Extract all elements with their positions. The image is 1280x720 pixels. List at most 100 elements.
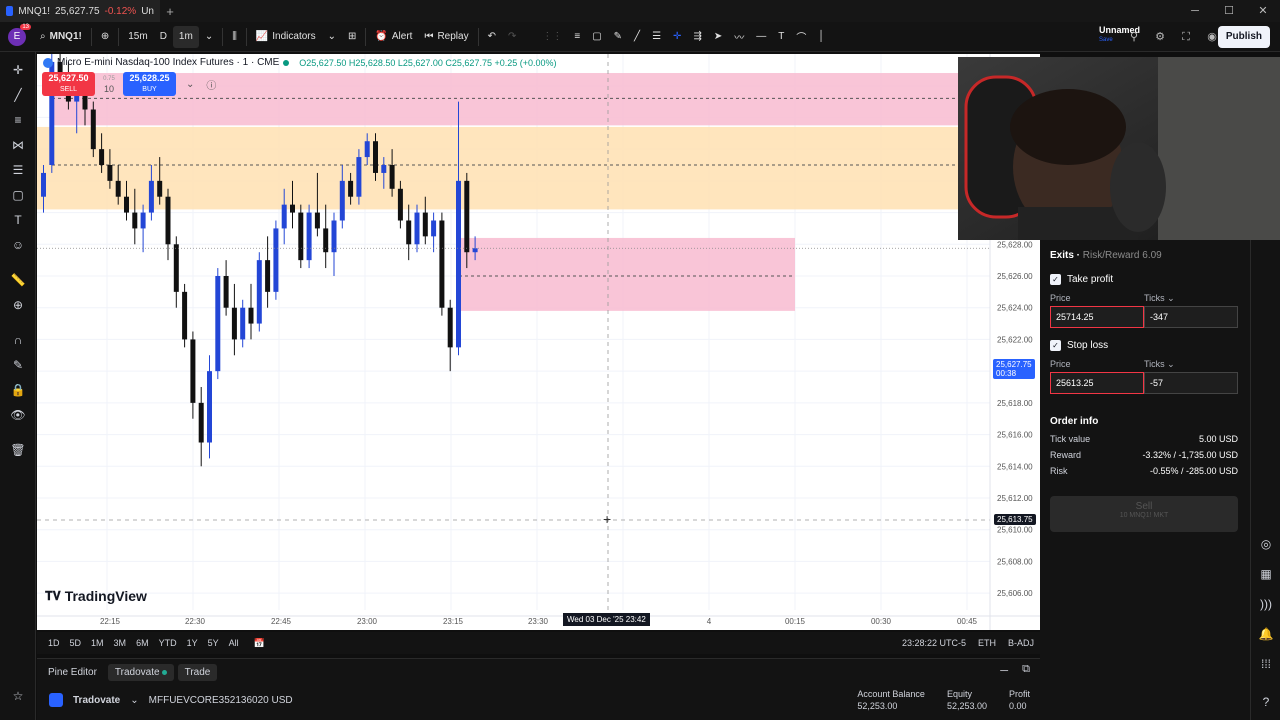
range-5d[interactable]: 5D <box>65 638 87 648</box>
star-icon[interactable]: ☆ <box>8 686 28 706</box>
text-tool-icon[interactable]: T <box>772 26 790 48</box>
text-icon[interactable]: T <box>8 210 28 230</box>
range-3m[interactable]: 3M <box>109 638 132 648</box>
apps-grid-icon[interactable]: ⁞⁞⁞ <box>1258 656 1274 672</box>
range-ytd[interactable]: YTD <box>154 638 182 648</box>
new-tab-icon[interactable]: + <box>160 4 180 19</box>
rectangle-tool-icon[interactable]: ▢ <box>586 26 607 48</box>
price-axis-label: 25,606.00 <box>997 589 1033 598</box>
range-5y[interactable]: 5Y <box>203 638 224 648</box>
interval-15m[interactable]: 15m <box>122 26 153 48</box>
ruler-icon[interactable]: 📏 <box>8 270 28 290</box>
chart-canvas[interactable]: 25,638.0025,636.0025,634.0025,632.0025,6… <box>37 54 1040 630</box>
range-6m[interactable]: 6M <box>131 638 154 648</box>
candle-body <box>132 212 138 229</box>
stop-loss-checkbox[interactable]: ✓ Stop loss <box>1050 340 1108 351</box>
news-feed-icon[interactable]: ))) <box>1258 596 1274 612</box>
replay-button[interactable]: ⏮ Replay <box>418 26 474 48</box>
sl-ticks-label[interactable]: Ticks ⌄ <box>1144 359 1175 370</box>
broker-account[interactable]: Tradovate ⌄ MFFUEVCORE352136020 USD <box>49 693 293 707</box>
zoom-icon[interactable]: ⊕ <box>8 295 28 315</box>
pencil-lock-icon[interactable]: ✎ <box>8 355 28 375</box>
interval-d[interactable]: D <box>154 26 173 48</box>
range-1m[interactable]: 1M <box>86 638 109 648</box>
symbol-search[interactable]: ⌕ MNQ1! <box>34 26 88 48</box>
cursor-tool-icon[interactable]: ➤ <box>708 26 728 48</box>
close-icon[interactable]: ✕ <box>1246 0 1280 22</box>
maximize-icon[interactable]: ☐ <box>1212 0 1246 22</box>
maximize-panel-icon[interactable]: ⧉ <box>1022 663 1030 676</box>
tab-trade[interactable]: Trade <box>177 663 218 681</box>
current-price: 25,627.75 <box>996 360 1032 369</box>
quick-search-icon[interactable]: ⚲ <box>1126 26 1142 48</box>
shapes-icon[interactable]: ▢ <box>8 185 28 205</box>
interval-dropdown-chevron-icon[interactable]: ⌄ <box>199 26 219 48</box>
indicators-button[interactable]: 📈 Indicators <box>250 26 322 48</box>
undo-icon[interactable]: ↶ <box>482 26 502 48</box>
publish-button[interactable]: Publish <box>1217 26 1270 48</box>
interval-1m[interactable]: 1m <box>172 25 199 48</box>
buy-button[interactable]: 25,628.25 BUY <box>123 72 176 96</box>
minimize-panel-icon[interactable]: ─ <box>1000 665 1008 677</box>
lock-icon[interactable]: 🔒 <box>8 380 28 400</box>
tp-ticks-label[interactable]: Ticks ⌄ <box>1144 293 1175 304</box>
chevron-down-icon[interactable]: ⌄ <box>186 79 194 90</box>
trend-line-tool-icon[interactable]: ╱ <box>628 26 646 48</box>
take-profit-price-input[interactable]: 25714.25 <box>1050 306 1144 328</box>
crosshair-icon[interactable]: ✛ <box>8 60 28 80</box>
minimize-icon[interactable]: ─ <box>1178 0 1212 22</box>
time-axis-label: 4 <box>707 617 712 626</box>
pattern-icon[interactable]: ⋈ <box>8 135 28 155</box>
vertical-line-tool-icon[interactable]: │ <box>812 26 830 48</box>
stop-loss-price-input[interactable]: 25613.25 <box>1050 372 1144 394</box>
fib-tool-icon[interactable]: ☰ <box>646 26 667 48</box>
stop-loss-ticks-input[interactable]: -57 <box>1144 372 1238 394</box>
bell-icon[interactable]: 🔔 <box>1258 626 1274 642</box>
browser-tab[interactable]: MNQ1! 25,627.75 -0.12% Un <box>0 0 160 22</box>
info-icon[interactable]: ⓘ <box>206 77 216 92</box>
fib-retracement-icon[interactable]: ☰ <box>8 160 28 180</box>
templates-grid-icon[interactable]: ⊞ <box>342 26 362 48</box>
brush-tool-icon[interactable]: ✎ <box>608 26 628 48</box>
settings-gear-icon[interactable]: ⚙ <box>1152 26 1168 48</box>
avatar[interactable]: E 13 <box>8 23 31 46</box>
fullscreen-icon[interactable]: ⛶ <box>1178 26 1194 48</box>
range-1y[interactable]: 1Y <box>182 638 203 648</box>
horizontal-line-tool-icon[interactable]: — <box>750 26 772 48</box>
curve-tool-icon[interactable]: ⌒ <box>790 26 812 48</box>
indicator-templates-chevron-icon[interactable]: ⌄ <box>322 26 342 48</box>
crosshair-tool-icon[interactable]: ✛ <box>667 26 687 48</box>
quantity-field[interactable]: 0.75 10 <box>99 74 119 94</box>
range-all[interactable]: All <box>224 638 244 648</box>
eye-icon[interactable]: 👁 <box>8 405 28 425</box>
horizontal-lines-icon[interactable]: ≡ <box>8 110 28 130</box>
goto-date-icon[interactable]: 📅 <box>254 638 265 649</box>
alert-button[interactable]: ⏰ Alert <box>369 26 418 48</box>
tab-pine-editor[interactable]: Pine Editor <box>41 664 104 681</box>
target-icon[interactable]: ◎ <box>1258 536 1274 552</box>
session-toggle[interactable]: ETH <box>978 638 996 648</box>
redo-icon[interactable]: ↷ <box>502 26 522 48</box>
magnet-icon[interactable]: ∩ <box>8 330 28 350</box>
range-1d[interactable]: 1D <box>43 638 65 648</box>
compare-icon[interactable]: ⊕ <box>95 26 115 48</box>
calendar-icon[interactable]: ▦ <box>1258 566 1274 582</box>
lines-tool-icon[interactable]: ≡ <box>568 26 586 48</box>
balance-block: Account Balance 52,253.00 <box>857 689 925 711</box>
trend-line-icon[interactable]: ╱ <box>8 85 28 105</box>
sell-button[interactable]: 25,627.50 SELL <box>42 72 95 96</box>
emoji-icon[interactable]: ☺ <box>8 235 28 255</box>
adjust-toggle[interactable]: B-ADJ <box>1008 638 1034 648</box>
tab-tradovate[interactable]: Tradovate <box>107 663 174 681</box>
take-profit-checkbox[interactable]: ✓ Take profit <box>1050 274 1113 285</box>
place-sell-order-button[interactable]: Sell 10 MNQ1! MKT <box>1050 496 1238 532</box>
help-icon[interactable]: ? <box>1258 694 1274 710</box>
trash-icon[interactable]: 🗑 <box>8 440 28 460</box>
clock[interactable]: 23:28:22 UTC-5 <box>902 638 966 648</box>
take-profit-ticks-input[interactable]: -347 <box>1144 306 1238 328</box>
drag-handle-icon[interactable]: ⋮⋮ <box>536 26 568 48</box>
path-tool-icon[interactable]: 〰 <box>728 26 750 48</box>
price-chart[interactable]: 25,638.0025,636.0025,634.0025,632.0025,6… <box>37 54 1040 630</box>
candles-type-icon[interactable]: ⫼ <box>226 26 243 48</box>
long-position-tool-icon[interactable]: ⇶ <box>687 26 707 48</box>
